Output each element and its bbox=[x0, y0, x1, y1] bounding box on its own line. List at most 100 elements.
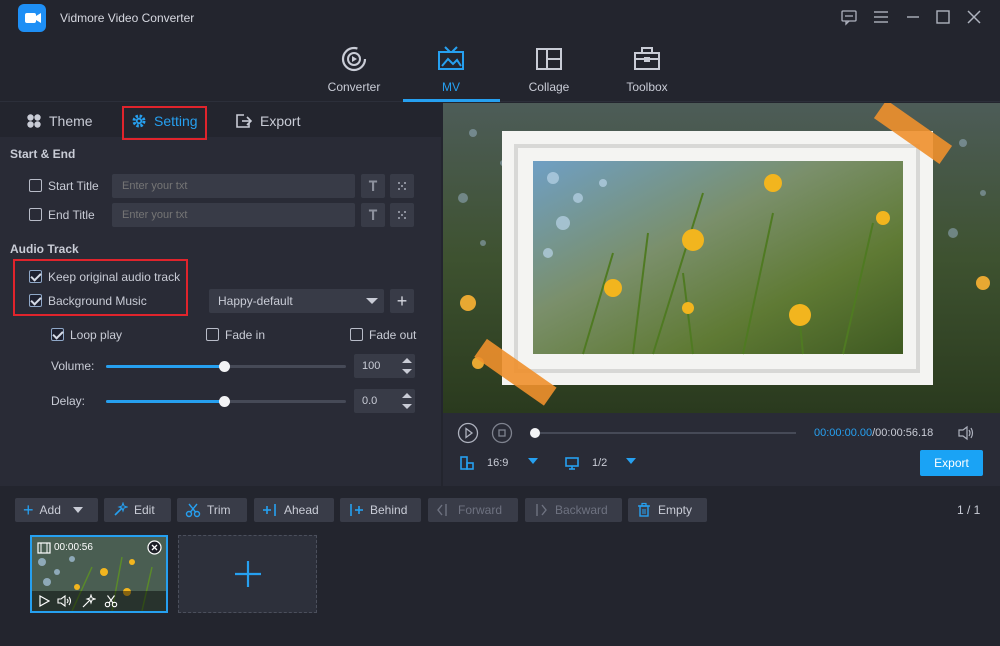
start-title-checkbox[interactable] bbox=[29, 179, 42, 192]
minimize-icon[interactable] bbox=[904, 8, 924, 28]
video-preview bbox=[443, 103, 1000, 413]
empty-button[interactable]: Empty bbox=[628, 498, 707, 522]
scissors-icon bbox=[185, 503, 201, 518]
feedback-icon[interactable] bbox=[840, 8, 860, 28]
timeline-clip[interactable]: 00:00:56 bbox=[30, 535, 168, 613]
time-display: 00:00:00.00/00:00:56.18 bbox=[814, 427, 933, 439]
chevron-down-icon bbox=[72, 507, 83, 513]
volume-slider-thumb[interactable] bbox=[219, 361, 230, 372]
volume-slider-fill bbox=[106, 365, 224, 368]
nav-toolbox[interactable]: Toolbox bbox=[597, 44, 697, 100]
end-title-position-button[interactable] bbox=[390, 203, 414, 227]
keep-original-audio-checkbox[interactable] bbox=[29, 270, 42, 283]
text-t-icon: 𝐓 bbox=[368, 206, 378, 223]
volume-label: Volume: bbox=[51, 359, 95, 373]
stop-icon bbox=[491, 422, 513, 444]
forward-button[interactable]: Forward bbox=[428, 498, 518, 522]
clip-play-icon[interactable] bbox=[38, 594, 51, 610]
aspect-ratio-dropdown-icon[interactable] bbox=[528, 458, 538, 464]
behind-button[interactable]: Behind bbox=[340, 498, 421, 522]
backward-label: Backward bbox=[555, 503, 608, 517]
time-current: 00:00:00.00 bbox=[814, 427, 873, 439]
backward-button[interactable]: Backward bbox=[525, 498, 622, 522]
start-title-label: Start Title bbox=[48, 179, 99, 193]
nav-converter[interactable]: Converter bbox=[304, 44, 404, 100]
text-t-icon: 𝐓 bbox=[368, 177, 378, 194]
preview-image bbox=[443, 103, 1000, 413]
volume-button[interactable] bbox=[957, 425, 975, 444]
fade-in-label: Fade in bbox=[225, 328, 266, 342]
background-music-checkbox[interactable] bbox=[29, 294, 42, 307]
close-circle-icon bbox=[147, 540, 162, 555]
keep-original-audio-label: Keep original audio track bbox=[48, 270, 181, 284]
background-music-label: Background Music bbox=[48, 294, 147, 308]
volume-stepper[interactable]: 100 bbox=[354, 354, 415, 378]
menu-icon[interactable] bbox=[872, 8, 892, 28]
start-title-input[interactable] bbox=[112, 174, 355, 198]
delay-label: Delay: bbox=[51, 394, 86, 408]
clip-scissors-icon[interactable] bbox=[104, 594, 118, 611]
fade-in-checkbox[interactable] bbox=[206, 328, 219, 341]
collage-icon bbox=[536, 48, 562, 70]
page-indicator: 1/2 bbox=[592, 457, 608, 469]
nav-mv-label: MV bbox=[442, 80, 460, 94]
add-music-button[interactable]: + bbox=[390, 289, 414, 313]
export-icon bbox=[236, 114, 253, 128]
player-controls: 00:00:00.00/00:00:56.18 16:9 1/2 Export bbox=[443, 413, 1000, 486]
end-title-text-style-button[interactable]: 𝐓 bbox=[361, 203, 385, 227]
loop-play-checkbox[interactable] bbox=[51, 328, 64, 341]
music-select[interactable]: Happy-default bbox=[209, 289, 384, 313]
ahead-button[interactable]: Ahead bbox=[254, 498, 334, 522]
trim-button[interactable]: Trim bbox=[177, 498, 247, 522]
app-logo-icon bbox=[18, 4, 46, 32]
delay-stepper[interactable]: 0.0 bbox=[354, 389, 415, 413]
monitor-icon bbox=[564, 455, 580, 474]
delay-slider-thumb[interactable] bbox=[219, 396, 230, 407]
plus-icon bbox=[235, 561, 261, 587]
clip-speaker-icon[interactable] bbox=[57, 594, 73, 610]
play-icon bbox=[457, 422, 479, 444]
nav-collage[interactable]: Collage bbox=[499, 44, 599, 100]
clip-effect-icon[interactable] bbox=[82, 593, 97, 611]
nav-mv[interactable]: MV bbox=[401, 44, 501, 100]
grid-dots-icon bbox=[398, 182, 406, 190]
forward-label: Forward bbox=[458, 503, 503, 517]
add-media-slot[interactable] bbox=[178, 535, 317, 613]
stepper-arrows-icon[interactable] bbox=[402, 357, 412, 375]
edit-label: Edit bbox=[134, 503, 155, 517]
tab-export[interactable]: Export bbox=[235, 110, 300, 132]
film-icon bbox=[37, 542, 51, 557]
end-title-input[interactable] bbox=[112, 203, 355, 227]
tab-theme[interactable]: Theme bbox=[26, 110, 93, 132]
end-title-checkbox[interactable] bbox=[29, 208, 42, 221]
subtab-bar: Theme Setting Export bbox=[0, 103, 441, 137]
fade-out-checkbox[interactable] bbox=[350, 328, 363, 341]
tab-export-label: Export bbox=[260, 113, 301, 129]
stepper-arrows-icon[interactable] bbox=[402, 392, 412, 410]
plus-icon: + bbox=[396, 290, 408, 311]
start-title-text-style-button[interactable]: 𝐓 bbox=[361, 174, 385, 198]
remove-clip-button[interactable] bbox=[147, 540, 162, 558]
page-dropdown-icon[interactable] bbox=[626, 458, 636, 464]
loop-play-label: Loop play bbox=[70, 328, 123, 342]
progress-thumb[interactable] bbox=[530, 428, 540, 438]
nav-collage-label: Collage bbox=[528, 80, 570, 94]
insert-behind-icon bbox=[350, 504, 363, 516]
add-button[interactable]: + Add bbox=[15, 498, 98, 522]
progress-track[interactable] bbox=[535, 432, 796, 434]
trash-icon bbox=[638, 502, 650, 517]
converter-icon bbox=[341, 46, 367, 72]
end-title-label: End Title bbox=[48, 208, 95, 222]
aspect-ratio-value: 16:9 bbox=[487, 457, 509, 469]
start-title-position-button[interactable] bbox=[390, 174, 414, 198]
maximize-icon[interactable] bbox=[934, 8, 954, 28]
chevron-down-icon bbox=[366, 298, 378, 304]
add-label: Add bbox=[39, 503, 61, 517]
grid-dots-icon bbox=[398, 211, 406, 219]
stop-button[interactable] bbox=[491, 422, 513, 447]
close-icon[interactable] bbox=[965, 8, 985, 28]
edit-button[interactable]: Edit bbox=[104, 498, 171, 522]
export-button[interactable]: Export bbox=[920, 450, 983, 476]
speaker-icon bbox=[958, 425, 974, 441]
play-button[interactable] bbox=[457, 422, 479, 447]
